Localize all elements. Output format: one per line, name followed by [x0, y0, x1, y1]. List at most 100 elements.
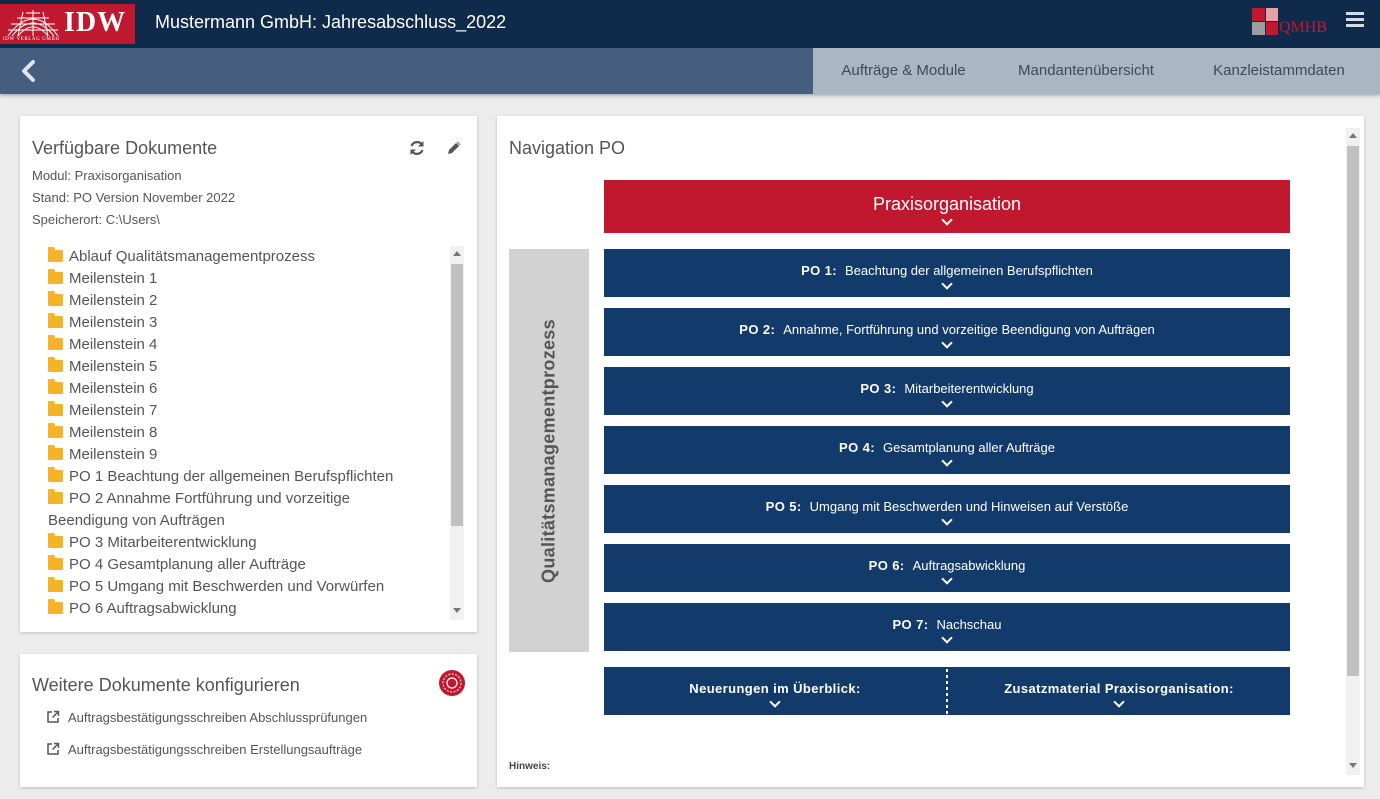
scroll-up-arrow-icon[interactable] [453, 251, 461, 256]
seal-badge-icon [439, 670, 465, 696]
qmhb-logo[interactable]: QMHB [1252, 8, 1332, 38]
nav-bar: Aufträge & Module Mandantenübersicht Kan… [0, 48, 1380, 94]
idw-logo[interactable]: IDW IDW VERLAG GMBH [0, 4, 135, 44]
tree-folder-item[interactable]: Meilenstein 2 [48, 290, 458, 312]
modul-text: Modul: Praxisorganisation [32, 168, 182, 183]
qmhb-square-icon [1266, 22, 1278, 35]
tree-folder-item[interactable]: PO 6 Auftragsabwicklung [48, 598, 458, 620]
tree-folder-item[interactable]: Meilenstein 5 [48, 356, 458, 378]
config-panel-title: Weitere Dokumente konfigurieren [32, 675, 300, 695]
tab-mandantenuebersicht[interactable]: Mandantenübersicht [994, 48, 1178, 94]
chevron-down-icon [941, 573, 953, 585]
external-link-icon [47, 710, 60, 723]
chevron-down-icon [941, 396, 953, 408]
config-panel: Weitere Dokumente konfigurieren Auftrags… [20, 654, 477, 787]
tree-folder-item[interactable]: PO 2 Annahme Fortführung und vorzeitige [48, 488, 458, 510]
praxisorganisation-header[interactable]: Praxisorganisation [604, 180, 1290, 233]
tree-folder-item-continued[interactable]: Beendigung von Aufträgen [48, 510, 458, 532]
chevron-down-icon [769, 696, 781, 708]
tree-scrollbar-thumb[interactable] [451, 264, 463, 526]
qmhb-square-icon [1252, 8, 1265, 21]
chevron-down-icon [941, 632, 953, 644]
folder-icon [48, 423, 63, 438]
scroll-up-arrow-icon[interactable] [1349, 133, 1357, 138]
tree-folder-item[interactable]: PO 1 Beachtung der allgemeinen Berufspfl… [48, 466, 458, 488]
chevron-down-icon [941, 278, 953, 290]
chevron-down-icon [941, 514, 953, 526]
folder-icon [48, 335, 63, 350]
hamburger-menu-icon[interactable] [1346, 12, 1364, 28]
split-row: Neuerungen im Überblick: Zusatzmaterial … [604, 663, 1290, 719]
chevron-down-icon [941, 214, 953, 226]
folder-icon [48, 379, 63, 394]
qm-process-sidebar: Qualitätsmanagementprozess [509, 249, 589, 652]
folder-icon [48, 577, 63, 592]
folder-icon [48, 599, 63, 614]
navigation-po-title: Navigation PO [509, 138, 626, 158]
po-row-2[interactable]: PO 2: Annahme, Fortführung und vorzeitige… [604, 308, 1290, 356]
tab-auftraege-module[interactable]: Aufträge & Module [813, 48, 994, 94]
logo-subtext: IDW VERLAG GMBH [3, 37, 60, 42]
tree-folder-item[interactable]: PO 4 Gesamtplanung aller Aufträge [48, 554, 458, 576]
tree-folder-item[interactable]: Meilenstein 7 [48, 400, 458, 422]
tree-folder-item[interactable]: Meilenstein 8 [48, 422, 458, 444]
chevron-down-icon [1113, 696, 1125, 708]
folder-icon [48, 555, 63, 570]
logo-text: IDW [64, 7, 127, 38]
po-row-5[interactable]: PO 5: Umgang mit Beschwerden und Hinweise… [604, 485, 1290, 533]
refresh-icon[interactable] [408, 139, 426, 157]
po-row-7[interactable]: PO 7: Nachschau [604, 603, 1290, 651]
chevron-down-icon [941, 455, 953, 467]
scroll-down-arrow-icon[interactable] [1349, 763, 1357, 768]
folder-icon [48, 313, 63, 328]
po-row-3[interactable]: PO 3: Mitarbeiterentwicklung [604, 367, 1290, 415]
folder-icon [48, 445, 63, 460]
folder-icon [48, 489, 63, 504]
po-row-4[interactable]: PO 4: Gesamtplanung aller Aufträge [604, 426, 1290, 474]
praxisorganisation-label: Praxisorganisation [872, 194, 1022, 214]
tree-folder-item[interactable]: Meilenstein 3 [48, 312, 458, 334]
qmhb-square-icon [1266, 8, 1278, 21]
app-header: IDW IDW VERLAG GMBH Mustermann GmbH: Jah… [0, 0, 1380, 48]
navigation-po-panel: Navigation PO Qualitätsmanagementprozess… [497, 116, 1364, 787]
documents-panel: Verfügbare Dokumente Modul: Praxisorgani… [20, 116, 477, 632]
qmhb-text: QMHB [1279, 19, 1328, 36]
tree-folder-item[interactable]: PO 5 Umgang mit Beschwerden und Vorwürfe… [48, 576, 458, 598]
back-chevron-icon[interactable] [18, 58, 40, 84]
po-row-1[interactable]: PO 1: Beachtung der allgemeinen Berufspfl… [604, 249, 1290, 297]
tree-folder-item[interactable]: PO 3 Mitarbeiterentwicklung [48, 532, 458, 554]
nav-tabs: Aufträge & Module Mandantenübersicht Kan… [813, 48, 1380, 94]
folder-icon [48, 269, 63, 284]
folder-icon [48, 357, 63, 372]
page-title: Mustermann GmbH: Jahresabschluss_2022 [155, 12, 507, 32]
po-row-6[interactable]: PO 6: Auftragsabwicklung [604, 544, 1290, 592]
folder-icon [48, 247, 63, 262]
folder-icon [48, 533, 63, 548]
stand-text: Stand: PO Version November 2022 [32, 190, 236, 205]
tree-folder-item[interactable]: Meilenstein 1 [48, 268, 458, 290]
document-tree: Ablauf Qualitätsmanagementprozess Meilen… [48, 246, 458, 622]
zusatzmaterial-button[interactable]: Zusatzmaterial Praxisorganisation: [948, 667, 1290, 715]
qm-process-label: Qualitätsmanagementprozess [538, 319, 559, 583]
hint-label: Hinweis: [509, 761, 551, 772]
config-link-erstellungsauftraege[interactable]: Auftragsbestätigungsschreiben Erstellung… [46, 742, 362, 757]
nav-scrollbar-thumb[interactable] [1347, 146, 1359, 676]
speicherort-text: Speicherort: C:\Users\ [32, 212, 160, 227]
folder-icon [48, 291, 63, 306]
edit-pencil-icon[interactable] [445, 139, 463, 157]
folder-icon [48, 401, 63, 416]
scroll-down-arrow-icon[interactable] [453, 608, 461, 613]
tree-folder-item[interactable]: Ablauf Qualitätsmanagementprozess [48, 246, 458, 268]
config-link-abschlusspruefungen[interactable]: Auftragsbestätigungsschreiben Abschlussp… [46, 710, 367, 725]
neuerungen-button[interactable]: Neuerungen im Überblick: [604, 667, 946, 715]
external-link-icon [47, 742, 60, 755]
chevron-down-icon [941, 337, 953, 349]
tree-folder-item[interactable]: Meilenstein 6 [48, 378, 458, 400]
documents-panel-title: Verfügbare Dokumente [32, 138, 218, 158]
globe-icon [7, 10, 59, 37]
tree-folder-item[interactable]: Meilenstein 9 [48, 444, 458, 466]
qmhb-square-icon [1252, 22, 1265, 35]
tree-folder-item[interactable]: Meilenstein 4 [48, 334, 458, 356]
folder-icon [48, 467, 63, 482]
tab-kanzleistammdaten[interactable]: Kanzleistammdaten [1178, 48, 1380, 94]
